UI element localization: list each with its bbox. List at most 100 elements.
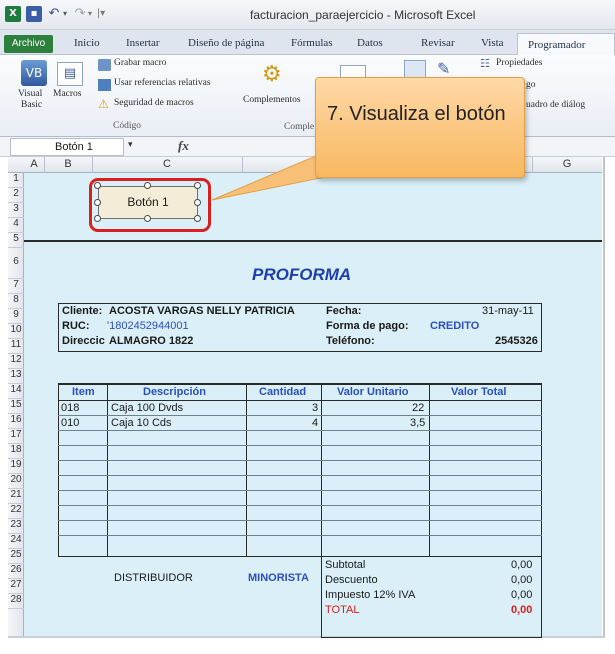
excel-icon[interactable]: X xyxy=(5,6,21,22)
tab-revisar[interactable]: Revisar xyxy=(421,35,455,55)
insert-function-icon[interactable]: fx xyxy=(178,138,189,154)
resize-handle[interactable] xyxy=(144,182,151,189)
row-header[interactable]: 1 xyxy=(8,173,24,188)
resize-handle[interactable] xyxy=(94,199,101,206)
tab-inicio[interactable]: Inicio xyxy=(74,35,100,55)
info-box-border xyxy=(58,351,542,352)
undo-dropdown-icon[interactable]: ▾ xyxy=(60,6,70,22)
row-header[interactable]: 23 xyxy=(8,519,24,534)
row-header[interactable]: 12 xyxy=(8,354,24,369)
row-header[interactable]: 26 xyxy=(8,564,24,579)
row-header[interactable]: 24 xyxy=(8,534,24,549)
callout-text: 7. Visualiza el botón xyxy=(327,103,506,125)
tab-datos[interactable]: Datos xyxy=(357,35,383,55)
macros-icon[interactable]: ▤ xyxy=(57,62,83,86)
ruc-label: RUC: xyxy=(62,320,90,332)
name-box-dropdown-icon[interactable]: ▾ xyxy=(128,139,133,150)
cell-item[interactable]: 010 xyxy=(61,417,79,429)
row-header[interactable]: 19 xyxy=(8,459,24,474)
tab-vista[interactable]: Vista xyxy=(481,35,504,55)
impuesto-value[interactable]: 0,00 xyxy=(511,589,532,601)
customize-toolbar-icon[interactable]: |▾ xyxy=(96,6,106,22)
visual-basic-label[interactable]: Visual xyxy=(18,89,42,99)
total-value[interactable]: 0,00 xyxy=(511,604,532,616)
tab-programador[interactable]: Programador xyxy=(517,33,615,56)
row-header[interactable]: 20 xyxy=(8,474,24,489)
resize-handle[interactable] xyxy=(194,215,201,222)
info-box-border xyxy=(58,303,59,351)
complementos-gear-icon[interactable]: ⚙ xyxy=(262,63,282,87)
column-header-b[interactable]: B xyxy=(44,158,92,170)
impuesto-label: Impuesto 12% IVA xyxy=(325,589,416,601)
row-header[interactable]: 15 xyxy=(8,399,24,414)
relative-references-icon[interactable] xyxy=(98,79,111,91)
resize-handle[interactable] xyxy=(194,199,201,206)
record-macro-icon[interactable] xyxy=(98,59,111,71)
resize-handle[interactable] xyxy=(144,215,151,222)
resize-handle[interactable] xyxy=(94,215,101,222)
cuadro-dialogo-button[interactable]: uadro de diálog xyxy=(526,100,585,110)
grabar-macro-button[interactable]: Grabar macro xyxy=(114,58,166,68)
resize-handle[interactable] xyxy=(94,182,101,189)
row-header[interactable]: 6 xyxy=(8,256,24,279)
column-header-g[interactable]: G xyxy=(532,158,602,170)
name-box[interactable]: Botón 1 xyxy=(10,138,124,156)
redo-dropdown-icon[interactable]: ▾ xyxy=(85,6,95,22)
direccion-value[interactable]: ALMAGRO 1822 xyxy=(109,335,193,347)
row-header[interactable]: 9 xyxy=(8,309,24,324)
save-icon[interactable]: ▪ xyxy=(26,6,42,22)
cell-valor-unitario[interactable]: 22 xyxy=(412,402,424,414)
descuento-value[interactable]: 0,00 xyxy=(511,574,532,586)
row-header[interactable]: 14 xyxy=(8,384,24,399)
tab-diseno-de-pagina[interactable]: Diseño de página xyxy=(188,35,264,55)
cell-cantidad[interactable]: 3 xyxy=(312,402,318,414)
propiedades-button[interactable]: Propiedades xyxy=(496,58,542,68)
cell-descripcion[interactable]: Caja 10 Cds xyxy=(111,417,172,429)
ver-codigo-button[interactable]: go xyxy=(526,80,536,90)
row-header[interactable]: 28 xyxy=(8,594,24,609)
cell-descripcion[interactable]: Caja 100 Dvds xyxy=(111,402,183,414)
row-header[interactable]: 18 xyxy=(8,444,24,459)
row-header[interactable]: 22 xyxy=(8,504,24,519)
row-header[interactable]: 17 xyxy=(8,429,24,444)
fecha-value[interactable]: 31-may-11 xyxy=(482,305,534,317)
edit-icon[interactable]: ✎ xyxy=(437,60,450,78)
row-header[interactable]: 10 xyxy=(8,324,24,339)
visual-basic-label-line2[interactable]: Basic xyxy=(21,100,42,110)
forma-pago-value[interactable]: CREDITO xyxy=(430,320,479,332)
row-header[interactable]: 27 xyxy=(8,579,24,594)
row-header[interactable]: 5 xyxy=(8,233,24,248)
seguridad-macros-button[interactable]: Seguridad de macros xyxy=(114,98,194,108)
tab-archivo[interactable]: Archivo xyxy=(4,35,53,53)
warning-icon[interactable]: ⚠ xyxy=(98,98,109,110)
row-header[interactable]: 11 xyxy=(8,339,24,354)
ruc-value[interactable]: '1802452944001 xyxy=(107,320,189,332)
column-header-a[interactable]: A xyxy=(24,158,44,170)
usar-referencias-button[interactable]: Usar referencias relativas xyxy=(114,78,211,88)
macros-label[interactable]: Macros xyxy=(53,89,82,99)
tab-insertar[interactable]: Insertar xyxy=(126,35,160,55)
row-header[interactable]: 7 xyxy=(8,279,24,294)
row-header[interactable]: 21 xyxy=(8,489,24,504)
row-header[interactable]: 8 xyxy=(8,294,24,309)
cliente-value[interactable]: ACOSTA VARGAS NELLY PATRICIA xyxy=(109,305,295,317)
properties-icon[interactable]: ☷ xyxy=(480,58,490,70)
telefono-value[interactable]: 2545326 xyxy=(495,335,538,347)
row-header[interactable]: 3 xyxy=(8,203,24,218)
row-header[interactable]: 4 xyxy=(8,218,24,233)
cell-valor-unitario[interactable]: 3,5 xyxy=(410,417,425,429)
complementos-button[interactable]: Complementos xyxy=(243,95,301,105)
row-header[interactable]: 16 xyxy=(8,414,24,429)
resize-handle[interactable] xyxy=(194,182,201,189)
row-header[interactable]: 13 xyxy=(8,369,24,384)
cell-cantidad[interactable]: 4 xyxy=(312,417,318,429)
row-header[interactable]: 2 xyxy=(8,188,24,203)
ribbon-tabs: Archivo Inicio Insertar Diseño de página… xyxy=(0,30,615,56)
column-header-c[interactable]: C xyxy=(92,158,242,170)
tab-formulas[interactable]: Fórmulas xyxy=(291,35,333,55)
row-header[interactable]: 25 xyxy=(8,549,24,564)
visual-basic-icon[interactable]: VB xyxy=(21,60,47,86)
cell-item[interactable]: 018 xyxy=(61,402,79,414)
column-header-item: Item xyxy=(72,386,95,398)
subtotal-value[interactable]: 0,00 xyxy=(511,559,532,571)
